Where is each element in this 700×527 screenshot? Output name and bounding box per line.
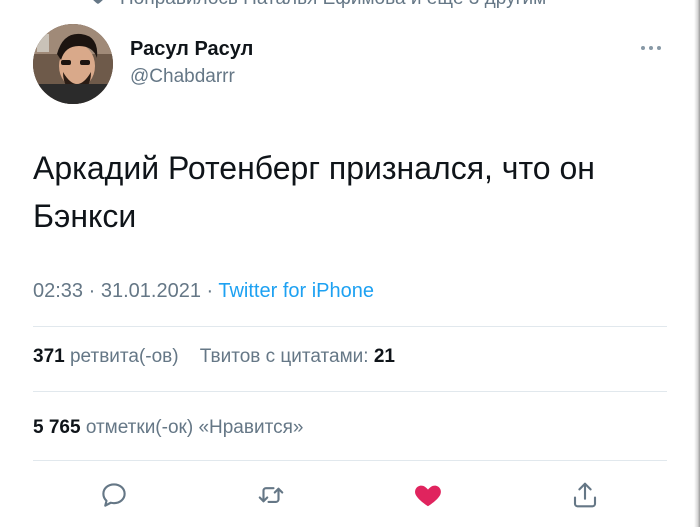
- quotes-count: 21: [373, 346, 395, 367]
- reply-button[interactable]: [97, 478, 131, 512]
- meta-separator: ·: [83, 280, 101, 302]
- liked-by-text: Понравилось Наталья Ефимова и ещё 3 друг…: [120, 0, 546, 10]
- heart-small-icon: [93, 0, 103, 4]
- like-button[interactable]: [411, 478, 445, 512]
- tweet-time[interactable]: 02:33: [33, 280, 83, 302]
- author-name[interactable]: Расул Расул: [130, 38, 253, 61]
- retweet-stats: 371 ретвита(-ов) Твитов с цитатами: 21: [33, 346, 395, 368]
- more-icon[interactable]: [636, 38, 666, 58]
- divider: [33, 391, 667, 392]
- liked-by-banner: Понравилось Наталья Ефимова и ещё 3 друг…: [0, 0, 700, 14]
- share-button[interactable]: [568, 478, 602, 512]
- tweet-actions: [0, 478, 700, 518]
- tweet-text: Аркадий Ротенберг признался, что он Бэнк…: [33, 150, 595, 234]
- likes-count: 5 765: [33, 417, 81, 438]
- tweet-date[interactable]: 31.01.2021: [101, 280, 201, 302]
- quotes-label: Твитов с цитатами:: [199, 346, 369, 367]
- avatar[interactable]: [33, 24, 113, 104]
- likes-stats[interactable]: 5 765 отметки(-ок) «Нравится»: [33, 417, 303, 439]
- avatar-image: [33, 24, 113, 104]
- reply-icon: [102, 483, 126, 507]
- retweet-icon: [258, 487, 284, 503]
- retweets-count: 371: [33, 346, 65, 367]
- divider: [33, 326, 667, 327]
- retweet-button[interactable]: [254, 478, 288, 512]
- share-icon: [573, 482, 597, 508]
- heart-icon: [415, 485, 441, 507]
- window-edge: [694, 0, 700, 527]
- retweets-link[interactable]: 371 ретвита(-ов): [33, 346, 179, 367]
- divider: [33, 460, 667, 461]
- retweets-label: ретвита(-ов): [69, 346, 179, 367]
- likes-label: отметки(-ок) «Нравится»: [85, 417, 304, 438]
- meta-separator-2: ·: [200, 280, 219, 302]
- tweet-source-link[interactable]: Twitter for iPhone: [218, 280, 374, 302]
- quotes-link[interactable]: Твитов с цитатами: 21: [200, 346, 395, 367]
- author-handle[interactable]: @Chabdarrr: [130, 66, 235, 88]
- tweet-meta: 02:33 · 31.01.2021 · Twitter for iPhone: [33, 280, 374, 303]
